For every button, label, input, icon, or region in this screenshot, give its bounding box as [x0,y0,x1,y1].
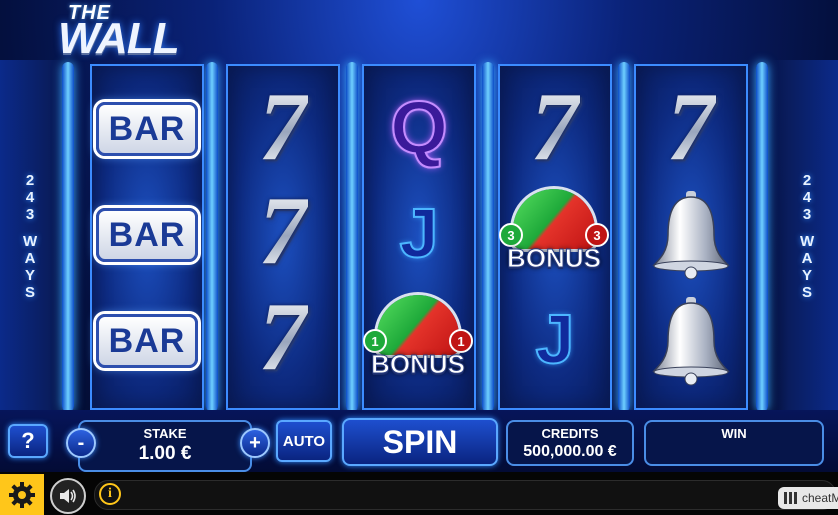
reel-divider [618,62,630,412]
seven-symbol: 7 [530,73,580,181]
increase-stake-button[interactable]: + [240,428,270,458]
credits-value: 500,000.00 € [523,443,617,460]
game-stage: THE WALL 243 WAYS 243 WAYS BAR BAR BAR 7… [0,0,838,515]
reel-divider [206,62,218,412]
bonus-text: BONUS [507,243,602,274]
reel-5: 7 [634,64,748,410]
info-bar: i [94,480,836,510]
reel-1: BAR BAR BAR [90,64,204,410]
win-panel: WIN [644,420,824,466]
status-bar: i cheatM [0,472,838,515]
seven-symbol: 7 [258,177,308,285]
bell-symbol [650,295,732,387]
reel-3: Q J 1 1 BONUS [362,64,476,410]
bonus-symbol: 1 1 BONUS [359,289,477,389]
symbol-cell: BAR [92,76,202,182]
game-logo: THE WALL [58,0,230,63]
cheat-menu-label: cheatM [802,491,838,505]
bonus-text: BONUS [371,349,466,380]
symbol-cell: J [364,180,474,286]
bonus-symbol: 3 3 BONUS [495,183,613,283]
symbol-cell: BAR [92,182,202,288]
bell-icon [652,191,730,280]
reel-2: 7 7 7 [226,64,340,410]
bonus-dome [377,295,459,355]
ways-number: 243 [25,172,35,223]
bell-symbol [650,189,732,281]
symbol-cell: 7 [228,284,338,390]
control-panel: ? STAKE 1.00 € - + AUTO SPIN CREDITS 500… [0,410,838,472]
seven-symbol: 7 [666,73,716,181]
stake-value: 1.00 € [138,443,192,464]
ways-label: WAYS [23,233,38,301]
reel-divider [756,62,768,412]
bar-symbol: BAR [96,102,198,156]
symbol-cell [636,288,746,394]
decrease-stake-button[interactable]: - [66,428,96,458]
queen-symbol: Q [389,85,449,170]
ways-number: 243 [802,172,812,223]
ways-indicator-left: 243 WAYS [19,172,41,301]
bonus-dome [513,189,595,249]
menu-grid-icon [784,492,797,504]
seven-symbol: 7 [258,73,308,181]
symbol-cell: 7 [636,74,746,180]
cheat-menu-button[interactable]: cheatM [778,487,838,509]
reel-divider [482,62,494,412]
symbol-cell [636,182,746,288]
ways-indicator-right: 243 WAYS [796,172,818,301]
credits-panel: CREDITS 500,000.00 € [506,420,634,466]
jack-symbol: J [399,193,440,273]
symbol-cell: 7 [228,178,338,284]
reel-area: BAR BAR BAR 7 7 7 Q J 1 1 BONUS 7 3 3 BO… [62,62,778,412]
jack-symbol: J [535,299,576,379]
ways-label: WAYS [800,233,815,301]
symbol-cell: BAR [92,288,202,394]
symbol-cell: Q [364,74,474,180]
stake-panel: STAKE 1.00 € [78,420,252,472]
logo-main-text: WALL [58,14,180,63]
help-button[interactable]: ? [8,424,48,458]
reel-4: 7 3 3 BONUS J [498,64,612,410]
reel-divider [346,62,358,412]
info-icon[interactable]: i [99,483,121,505]
bar-symbol: BAR [96,314,198,368]
credits-label: CREDITS [541,426,599,441]
symbol-cell: 3 3 BONUS [494,180,614,286]
seven-symbol: 7 [258,283,308,391]
spin-button[interactable]: SPIN [342,418,498,466]
settings-button[interactable] [0,474,44,515]
sound-toggle-button[interactable] [50,478,86,514]
reel-divider [62,62,74,412]
stake-label: STAKE [143,426,187,441]
bell-icon [652,297,730,386]
symbol-cell: 7 [500,74,610,180]
gear-icon [9,481,35,508]
speaker-icon [60,489,76,503]
symbol-cell: 7 [228,74,338,180]
bar-symbol: BAR [96,208,198,262]
autoplay-button[interactable]: AUTO [276,420,332,462]
symbol-cell: 1 1 BONUS [358,286,478,392]
symbol-cell: J [500,286,610,392]
win-label: WIN [721,426,747,441]
